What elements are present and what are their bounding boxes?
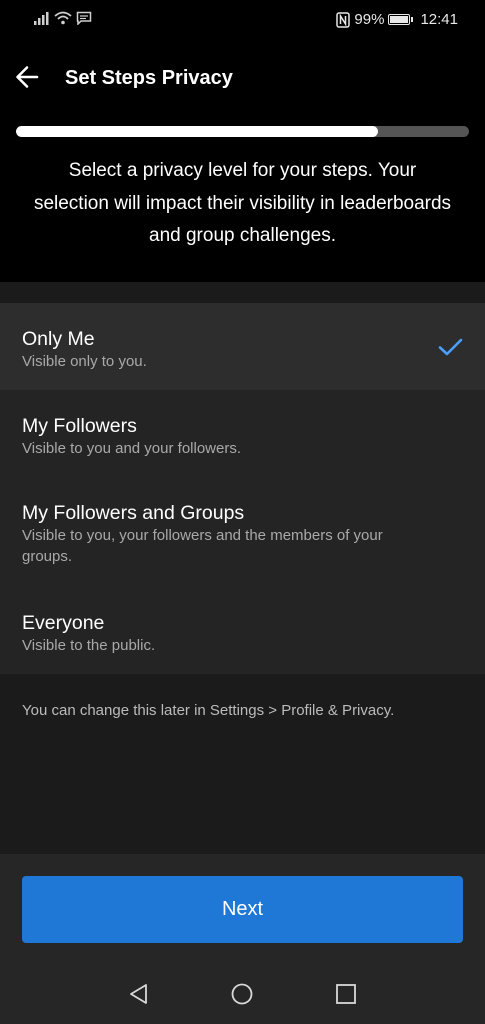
bottom-area: Next [0, 854, 485, 1024]
status-icons-left [34, 11, 92, 25]
clock: 12:41 [420, 11, 458, 28]
option-everyone[interactable]: Everyone Visible to the public. [0, 586, 485, 674]
arrow-left-icon[interactable] [14, 64, 40, 90]
option-title: My Followers and Groups [22, 502, 245, 524]
header: Set Steps Privacy [0, 40, 485, 116]
option-title: Only Me [22, 328, 95, 350]
wifi-icon [54, 11, 72, 25]
status-bar: 99% 12:41 [0, 0, 485, 40]
progress-bar [16, 126, 469, 137]
back-triangle-icon[interactable] [127, 982, 151, 1006]
recent-square-icon[interactable] [334, 982, 358, 1006]
option-title: Everyone [22, 612, 105, 634]
system-nav-bar [0, 970, 485, 1024]
privacy-options-list: Only Me Visible only to you. My Follower… [0, 303, 485, 674]
option-my-followers-and-groups[interactable]: My Followers and Groups Visible to you, … [0, 478, 485, 586]
content-panel: Only Me Visible only to you. My Follower… [0, 282, 485, 854]
option-only-me[interactable]: Only Me Visible only to you. [0, 303, 485, 390]
battery-percent: 99% [354, 11, 385, 28]
option-description: Visible to you, your followers and the m… [22, 527, 383, 565]
option-description: Visible to you and your followers. [22, 440, 242, 457]
progress-fill [16, 126, 379, 137]
home-circle-icon[interactable] [230, 982, 254, 1006]
next-button[interactable]: Next [22, 876, 463, 943]
page-title: Set Steps Privacy [65, 67, 233, 89]
option-description: Visible to the public. [22, 637, 156, 654]
check-icon [438, 338, 463, 356]
option-title: My Followers [22, 415, 137, 437]
battery-icon [388, 14, 414, 25]
option-my-followers[interactable]: My Followers Visible to you and your fol… [0, 390, 485, 478]
nfc-icon [336, 11, 351, 28]
settings-footnote: You can change this later in Settings > … [22, 702, 395, 719]
status-icons-right: 99% 12:41 [336, 11, 458, 28]
message-icon [76, 11, 92, 25]
signal-icon [34, 12, 49, 25]
intro-text: Select a privacy level for your steps. Y… [33, 160, 452, 246]
option-description: Visible only to you. [22, 353, 147, 370]
